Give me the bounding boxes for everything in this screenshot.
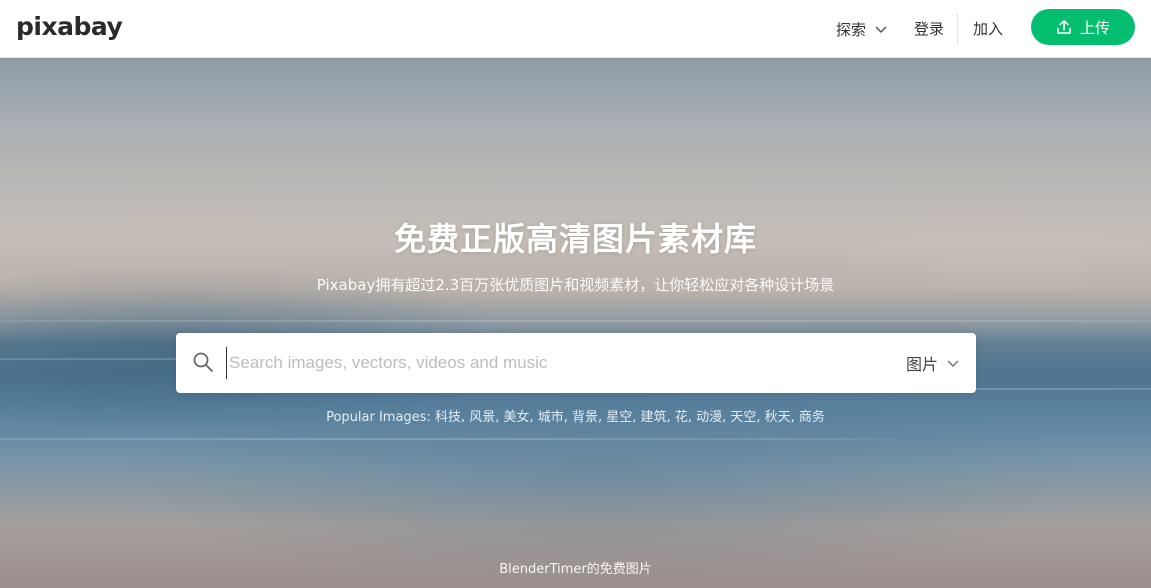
explore-menu[interactable]: 探索 [836, 17, 888, 41]
chevron-down-icon [947, 360, 959, 368]
popular-searches[interactable]: Popular Images: 科技, 风景, 美女, 城市, 背景, 星空, … [0, 406, 1151, 425]
nav-divider [957, 13, 958, 45]
login-link[interactable]: 登录 [914, 17, 944, 41]
upload-icon [1057, 20, 1071, 34]
pixabay-logo[interactable]: pixabay [16, 12, 123, 42]
media-type-label: 图片 [905, 355, 938, 374]
search-input[interactable] [226, 347, 886, 379]
hero-subtitle: Pixabay拥有超过2.3百万张优质图片和视频素材，让你轻松应对各种设计场景 [316, 276, 835, 294]
search-bar: 图片 [176, 333, 976, 393]
top-navbar: pixabay 探索 登录 加入 上传 [0, 0, 1151, 58]
search-icon[interactable] [192, 351, 214, 373]
chevron-down-icon [875, 26, 887, 34]
hero-section: 免费正版高清图片素材库 Pixabay拥有超过2.3百万张优质图片和视频素材，让… [0, 58, 1151, 588]
image-credit[interactable]: BlenderTimer的免费图片 [0, 558, 1151, 577]
wave-line [0, 438, 900, 440]
wave-line [0, 320, 1151, 322]
upload-button[interactable]: 上传 [1031, 9, 1135, 45]
media-type-select[interactable]: 图片 [906, 351, 960, 375]
upload-label: 上传 [1079, 18, 1110, 37]
explore-label: 探索 [836, 20, 867, 39]
hero-title: 免费正版高清图片素材库 [393, 220, 757, 258]
join-link[interactable]: 加入 [973, 17, 1003, 41]
